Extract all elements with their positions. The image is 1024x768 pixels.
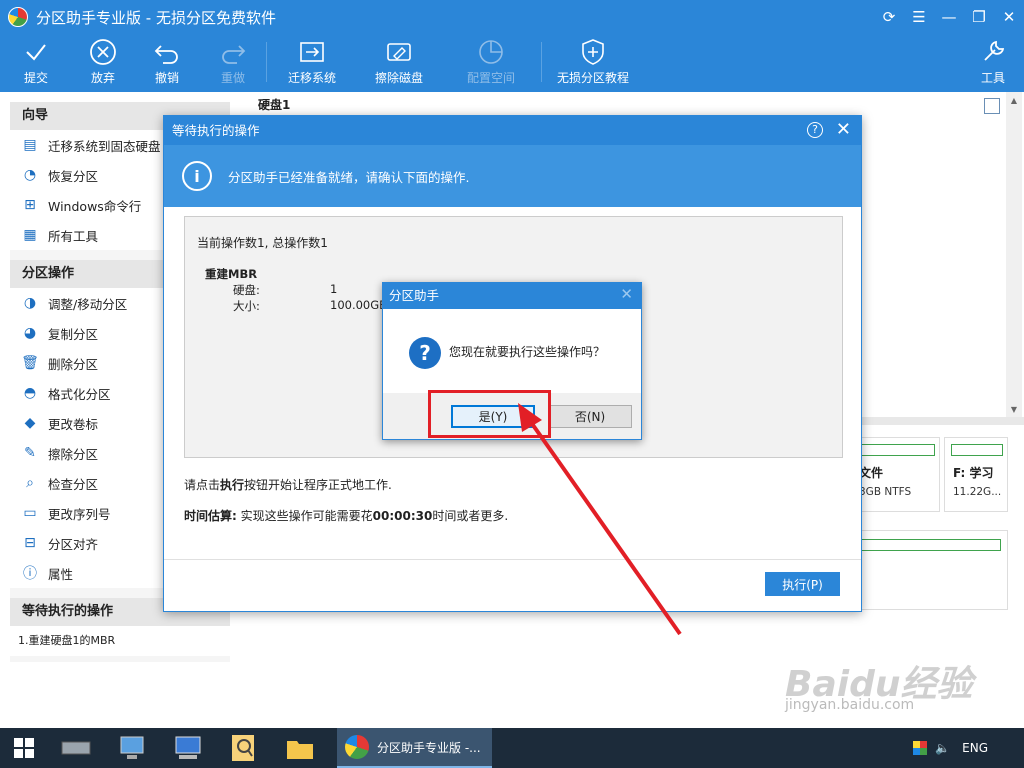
scrollbar[interactable]: ▲ ▼ xyxy=(1006,92,1022,417)
wipe-icon: ✎ xyxy=(24,445,36,461)
dialog-footer: 执行(P) xyxy=(164,559,861,611)
tools-icon xyxy=(979,38,1007,66)
windows-logo-icon xyxy=(14,738,34,758)
wipe-disk-button[interactable]: 擦除磁盘 xyxy=(357,34,441,92)
confirm-close-button[interactable]: ✕ xyxy=(620,285,633,303)
taskbar: 分区助手专业版 -... 🔈 ENG xyxy=(0,728,1024,768)
migrate-os-button[interactable]: 迁移系统 xyxy=(267,34,357,92)
redo-button[interactable]: 重做 xyxy=(200,34,266,92)
resize-icon: ◑ xyxy=(23,295,37,311)
minimize-button[interactable]: — xyxy=(934,0,964,34)
migrate-os-icon xyxy=(298,38,326,66)
window-controls: ⟳ ☰ — ❐ ✕ xyxy=(874,0,1024,34)
check-icon: ⌕ xyxy=(26,475,34,491)
undo-button[interactable]: 撤销 xyxy=(134,34,200,92)
execute-button[interactable]: 执行(P) xyxy=(765,572,840,596)
operation-title: 重建MBR xyxy=(205,267,258,281)
wipe-disk-icon xyxy=(385,38,413,66)
delete-icon: 🗑 xyxy=(21,355,39,371)
dialog-banner: i 分区助手已经准备就绪，请确认下面的操作. xyxy=(164,145,861,207)
title-bar: 分区助手专业版 - 无损分区免费软件 ⟳ ☰ — ❐ ✕ xyxy=(0,0,1024,34)
serial-icon: ▭ xyxy=(23,505,37,521)
undo-icon xyxy=(153,38,181,66)
time-estimate: 时间估算: 实现这些操作可能需要花00:00:30时间或者更多. xyxy=(184,509,509,523)
execute-hint: 请点击执行按钮开始让程序正式地工作. xyxy=(184,478,392,492)
redo-icon xyxy=(219,38,247,66)
dialog-title: 等待执行的操作 xyxy=(164,116,861,145)
migrate-ssd-icon: ▤ xyxy=(23,137,37,153)
operation-disk-label: 硬盘: xyxy=(233,283,260,297)
highlight-box xyxy=(428,390,551,438)
watermark-url: jingyan.baidu.com xyxy=(785,697,915,713)
discard-icon xyxy=(89,38,117,66)
label-icon: ◆ xyxy=(24,415,36,431)
align-icon: ⊟ xyxy=(24,535,36,551)
format-icon: ◓ xyxy=(23,385,37,401)
taskbar-search-icon[interactable] xyxy=(216,728,272,768)
volume-icon[interactable]: 🔈 xyxy=(935,741,950,755)
help-icon[interactable]: ? xyxy=(807,122,823,138)
system-tray: 🔈 ENG xyxy=(913,728,1024,768)
taskbar-folder-icon[interactable] xyxy=(272,728,328,768)
taskbar-chip-icon[interactable] xyxy=(48,728,104,768)
taskbar-computer-icon[interactable] xyxy=(160,728,216,768)
app-logo-icon xyxy=(345,735,369,759)
all-tools-icon: ▦ xyxy=(23,227,37,243)
confirm-message: 您现在就要执行这些操作吗？ xyxy=(449,345,606,359)
windows-icon: ⊞ xyxy=(24,197,36,213)
operation-disk-value: 1 xyxy=(330,282,338,296)
banner-message: 分区助手已经准备就绪，请确认下面的操作. xyxy=(228,169,470,185)
partition-card[interactable]: 文件 3GB NTFS xyxy=(850,437,940,512)
app-logo-icon xyxy=(8,7,28,27)
no-button[interactable]: 否(N) xyxy=(548,405,632,428)
close-button[interactable]: ✕ xyxy=(994,0,1024,34)
partition-info: 3GB NTFS xyxy=(859,486,912,498)
confirm-title: 分区助手 xyxy=(383,283,641,309)
question-icon: ? xyxy=(409,337,441,369)
scroll-down-icon[interactable]: ▼ xyxy=(1006,401,1022,417)
operation-count: 当前操作数1, 总操作数1 xyxy=(197,236,328,250)
allocate-space-button[interactable]: 配置空间 xyxy=(441,34,541,92)
tray-color-icon[interactable] xyxy=(913,741,928,755)
copy-icon: ◕ xyxy=(23,325,37,341)
partition-name: F: 学习 xyxy=(953,466,994,480)
partition-name: 文件 xyxy=(859,466,884,480)
operation-size-value: 100.00GB xyxy=(330,298,388,312)
partition-usage-bar xyxy=(951,444,1003,456)
submit-button[interactable]: 提交 xyxy=(0,34,72,92)
dialog-close-button[interactable]: ✕ xyxy=(836,119,851,140)
partition-info: 11.22G... xyxy=(953,486,1002,498)
partition-card[interactable]: F: 学习 11.22G... xyxy=(944,437,1008,512)
info-icon: i xyxy=(182,161,212,191)
disk-header: 硬盘1 xyxy=(258,98,291,112)
toolbar: 提交 放弃 撤销 重做 迁移系统 擦除磁盘 配置空间 无损分区教程 工具 xyxy=(0,34,1024,92)
info-icon: ⓘ xyxy=(23,566,37,582)
menu-icon[interactable]: ☰ xyxy=(904,0,934,34)
discard-button[interactable]: 放弃 xyxy=(72,34,134,92)
operation-size-label: 大小: xyxy=(233,299,260,313)
pending-op-item[interactable]: 1.重建硬盘1的MBR xyxy=(10,626,230,656)
partition-usage-bar xyxy=(857,539,1001,551)
restore-button[interactable]: ❐ xyxy=(964,0,994,34)
refresh-icon[interactable]: ⟳ xyxy=(874,0,904,34)
input-language[interactable]: ENG xyxy=(962,741,988,755)
taskbar-network-icon[interactable] xyxy=(104,728,160,768)
allocate-space-icon xyxy=(477,38,505,66)
tools-button[interactable]: 工具 xyxy=(962,34,1024,92)
checkmark-icon xyxy=(22,38,50,66)
view-toggle-icon[interactable] xyxy=(984,98,1000,114)
tutorial-button[interactable]: 无损分区教程 xyxy=(542,34,644,92)
partition-usage-bar xyxy=(857,444,935,456)
start-button[interactable] xyxy=(0,728,48,768)
window-title: 分区助手专业版 - 无损分区免费软件 xyxy=(36,8,276,27)
scroll-up-icon[interactable]: ▲ xyxy=(1006,92,1022,108)
taskbar-active-app[interactable]: 分区助手专业版 -... xyxy=(337,728,492,768)
shield-icon xyxy=(579,38,607,66)
watermark: Baidu经验 jingyan.baidu.com xyxy=(785,655,972,713)
partition-card[interactable] xyxy=(850,530,1008,610)
recover-icon: ◔ xyxy=(23,167,37,183)
